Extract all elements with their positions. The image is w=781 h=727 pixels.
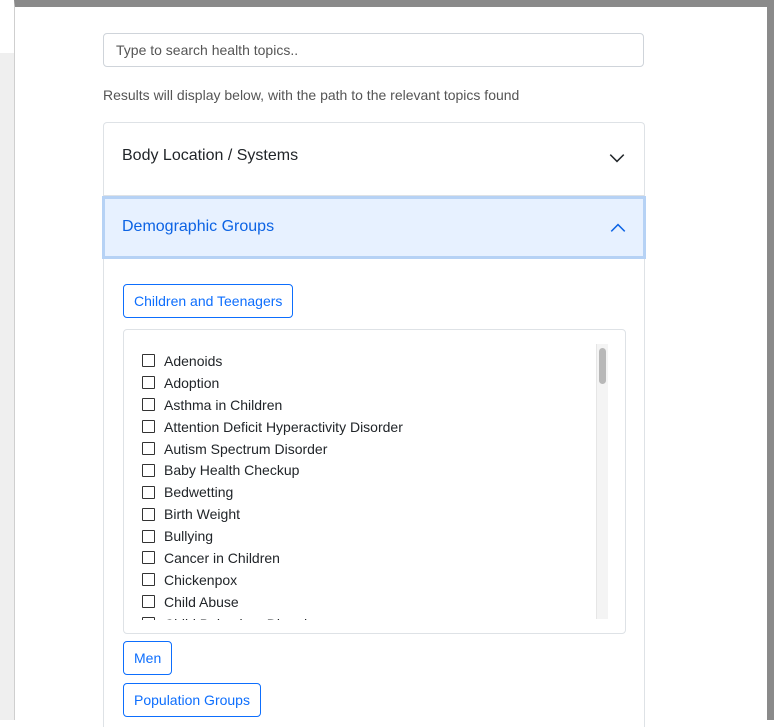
topic-checkbox[interactable] [142, 442, 155, 455]
topic-label: Adenoids [164, 352, 223, 369]
search-input[interactable] [103, 33, 644, 67]
page: Results will display below, with the pat… [0, 0, 781, 727]
topic-checkbox[interactable] [142, 551, 155, 565]
topic-item[interactable]: Chickenpox [142, 569, 592, 591]
results-hint: Results will display below, with the pat… [103, 87, 520, 103]
topic-checkbox[interactable] [142, 485, 155, 499]
background-strip [0, 53, 14, 720]
topic-label: Bedwetting [164, 484, 234, 501]
topic-item[interactable]: Autism Spectrum Disorder [142, 438, 592, 460]
chevron-up-icon [610, 223, 626, 232]
topic-item[interactable]: Attention Deficit Hyperactivity Disorder [142, 416, 592, 438]
men-button[interactable]: Men [123, 641, 173, 675]
topic-checkbox[interactable] [142, 617, 155, 620]
topics-listbox: Adenoids Adoption Asthma in Children Attent… [123, 329, 626, 634]
topic-label: Child Behaviour Disorders [164, 616, 327, 620]
topic-label: Autism Spectrum Disorder [164, 440, 328, 457]
topic-item[interactable]: Child Behaviour Disorders [142, 613, 592, 620]
accordion-header-demographic-groups[interactable]: Demographic Groups [102, 196, 646, 259]
health-topics-panel: Results will display below, with the pat… [14, 0, 774, 727]
topics-list: Adenoids Adoption Asthma in Children Attent… [142, 350, 592, 620]
topic-item[interactable]: Bedwetting [142, 481, 592, 503]
topic-item[interactable]: Asthma in Children [142, 394, 592, 416]
topic-label: Attention Deficit Hyperactivity Disorder [164, 418, 403, 435]
topic-label: Adoption [164, 374, 220, 391]
topic-label: Chickenpox [164, 571, 238, 588]
topic-checkbox[interactable] [142, 398, 155, 412]
topic-checkbox[interactable] [142, 573, 155, 587]
topic-checkbox[interactable] [142, 420, 155, 434]
topic-item[interactable]: Birth Weight [142, 503, 592, 525]
children-and-teenagers-button[interactable]: Children and Teenagers [123, 284, 294, 318]
list-scrollbar[interactable] [596, 344, 608, 619]
topic-checkbox[interactable] [142, 529, 155, 543]
topic-checkbox[interactable] [142, 376, 155, 390]
topic-label: Cancer in Children [164, 549, 280, 566]
accordion-header-label: Body Location / Systems [122, 147, 299, 164]
topic-item[interactable]: Adoption [142, 372, 592, 394]
chevron-down-icon [609, 154, 625, 163]
topic-label: Bullying [164, 528, 214, 545]
topic-label: Asthma in Children [164, 396, 283, 413]
topic-item[interactable]: Baby Health Checkup [142, 459, 592, 481]
topic-label: Birth Weight [164, 506, 240, 523]
topic-item[interactable]: Child Abuse [142, 591, 592, 613]
topic-label: Child Abuse [164, 593, 239, 610]
topic-checkbox[interactable] [142, 507, 155, 521]
accordion-header-body-location[interactable]: Body Location / Systems [104, 123, 644, 196]
topic-label: Baby Health Checkup [164, 462, 300, 479]
accordion-header-label: Demographic Groups [122, 218, 275, 235]
topic-item[interactable]: Bullying [142, 525, 592, 547]
topics-accordion: Body Location / Systems Demographic Grou… [102, 122, 646, 727]
scrollbar-thumb[interactable] [599, 348, 606, 384]
population-groups-button[interactable]: Population Groups [123, 683, 261, 717]
topic-checkbox[interactable] [142, 463, 155, 477]
topic-checkbox[interactable] [142, 595, 155, 609]
topic-item[interactable]: Adenoids [142, 350, 592, 372]
topic-item[interactable]: Cancer in Children [142, 547, 592, 569]
topic-checkbox[interactable] [142, 354, 155, 368]
